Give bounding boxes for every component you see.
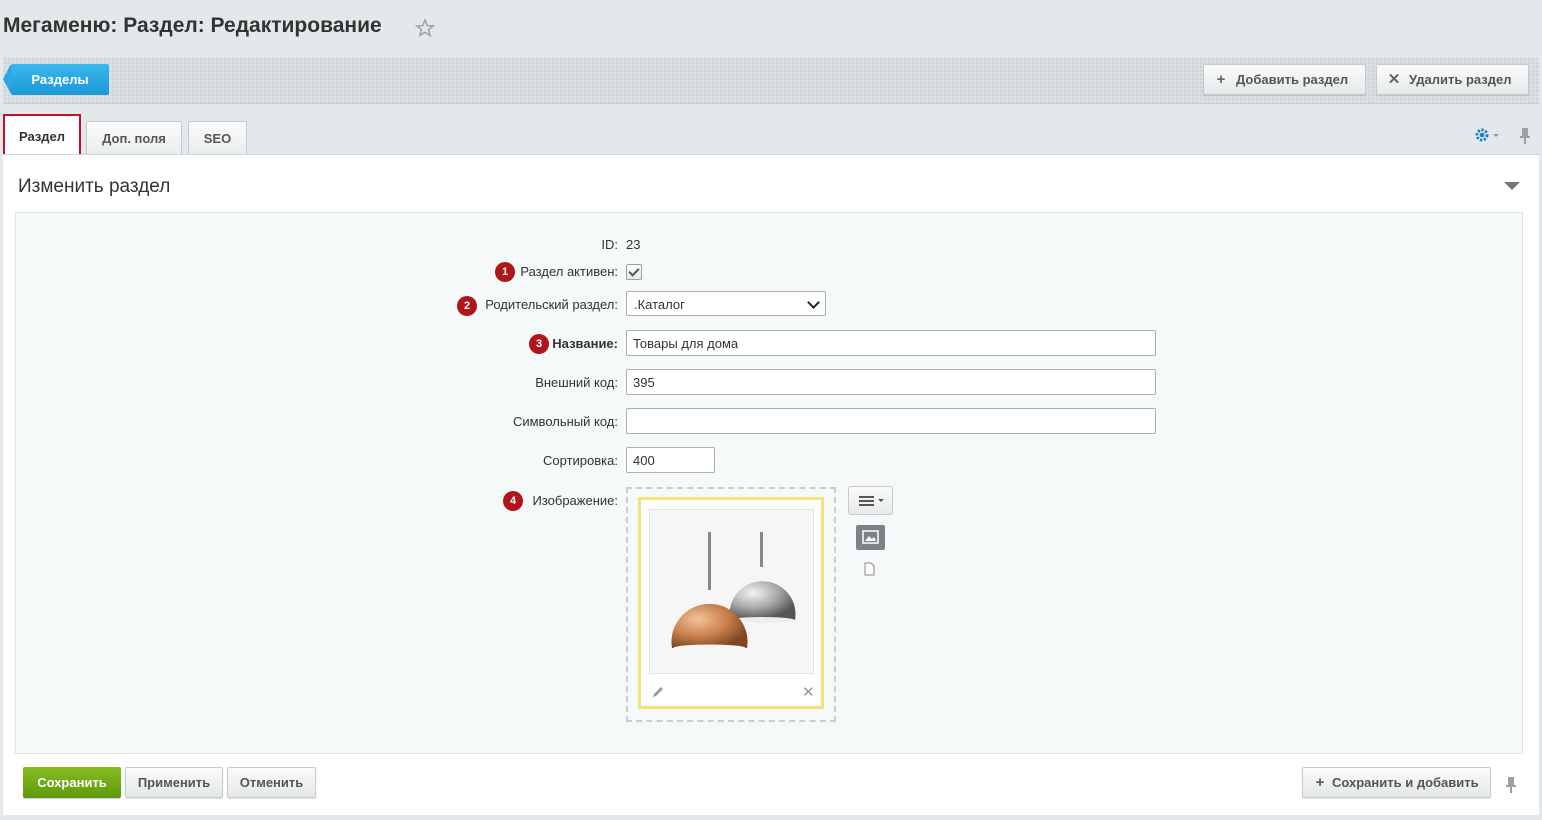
delete-image-icon[interactable]: ✕ (802, 683, 815, 701)
page-title: Мегаменю: Раздел: Редактирование (3, 14, 382, 37)
save-and-add-label: Сохранить и добавить (1332, 775, 1479, 790)
parent-label: Родительский раздел: (485, 297, 618, 312)
tab-extra-fields[interactable]: Доп. поля (86, 121, 182, 155)
apply-button[interactable]: Применить (125, 767, 223, 798)
image-icon (862, 530, 879, 544)
symbolic-code-input[interactable] (626, 408, 1156, 434)
save-and-add-button[interactable]: + Сохранить и добавить (1302, 767, 1491, 798)
symbolic-code-label: Символьный код: (512, 414, 618, 429)
parent-section-value: .Каталог (634, 297, 685, 312)
sort-input[interactable] (626, 447, 715, 473)
plus-icon: + (1216, 71, 1226, 88)
menu-lines-icon (859, 496, 884, 506)
image-preview[interactable] (649, 509, 814, 674)
external-code-input[interactable] (626, 369, 1156, 395)
collapse-arrow-icon[interactable] (1504, 182, 1520, 190)
edit-pencil-icon[interactable] (651, 685, 665, 699)
back-to-sections-button[interactable]: Разделы (3, 64, 109, 95)
delete-section-label: Удалить раздел (1409, 72, 1512, 87)
active-label: Раздел активен: (520, 264, 618, 279)
add-section-label: Добавить раздел (1236, 72, 1349, 87)
section-title: Изменить раздел (18, 176, 171, 197)
plus-icon: + (1315, 774, 1325, 791)
external-code-label: Внешний код: (535, 375, 618, 390)
parent-section-select[interactable]: .Каталог (626, 291, 826, 316)
image-menu-button[interactable] (848, 486, 893, 515)
id-label: ID: (601, 237, 618, 252)
sort-label: Сортировка: (543, 453, 618, 468)
pin-icon[interactable] (1518, 127, 1532, 145)
delete-section-button[interactable]: ✕ Удалить раздел (1376, 64, 1529, 95)
settings-gear-icon[interactable] (1474, 126, 1500, 144)
image-label: Изображение: (532, 493, 618, 508)
pin-icon[interactable] (1504, 776, 1518, 794)
add-section-button[interactable]: + Добавить раздел (1203, 64, 1366, 95)
name-input[interactable] (626, 330, 1156, 356)
cancel-button[interactable]: Отменить (227, 767, 316, 798)
favorite-star-icon[interactable] (415, 18, 435, 38)
image-source-button[interactable] (856, 525, 885, 550)
close-icon: ✕ (1387, 71, 1401, 88)
pendant-lamps-image (671, 532, 796, 652)
save-button[interactable]: Сохранить (23, 767, 121, 798)
file-icon[interactable] (864, 562, 875, 576)
tab-seo[interactable]: SEO (188, 121, 247, 155)
id-value: 23 (626, 237, 641, 252)
active-checkbox[interactable] (626, 264, 642, 280)
name-label: Название: (552, 336, 618, 351)
chevron-down-icon (807, 296, 820, 309)
